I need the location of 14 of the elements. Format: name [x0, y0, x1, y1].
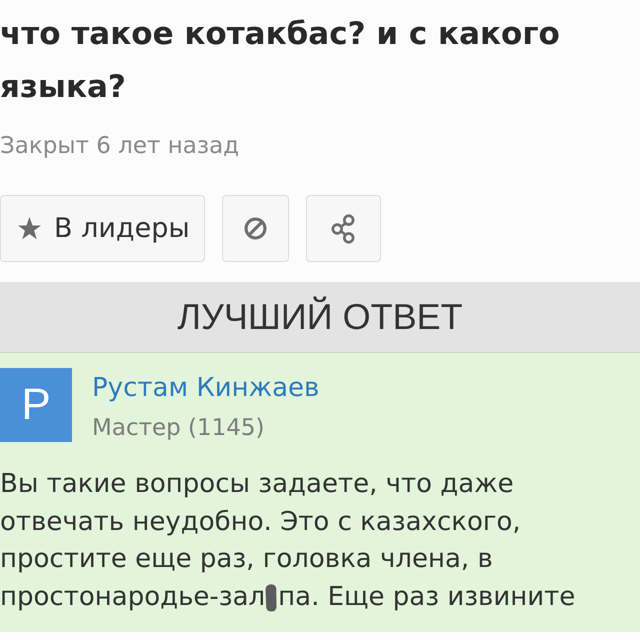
avatar[interactable]: Р — [0, 368, 72, 442]
question-title: что такое котакбас? и с какого языка? — [0, 15, 561, 107]
share-icon — [331, 214, 356, 244]
report-button[interactable] — [222, 195, 289, 262]
star-icon — [17, 216, 42, 240]
leaders-button[interactable]: В лидеры — [0, 195, 205, 262]
question-status: Закрыт 6 лет назад — [0, 132, 240, 161]
author-name[interactable]: Рустам Кинжаев — [92, 370, 320, 406]
answer-text: простонародье-зал — [0, 580, 266, 614]
prohibited-icon — [244, 217, 267, 240]
author-rank: Мастер (1145) — [92, 414, 266, 443]
share-button[interactable] — [306, 195, 381, 262]
answer-text: па. Еще раз извините — [278, 580, 576, 614]
best-answer-heading: ЛУЧШИЙ ОТВЕТ — [177, 295, 463, 339]
